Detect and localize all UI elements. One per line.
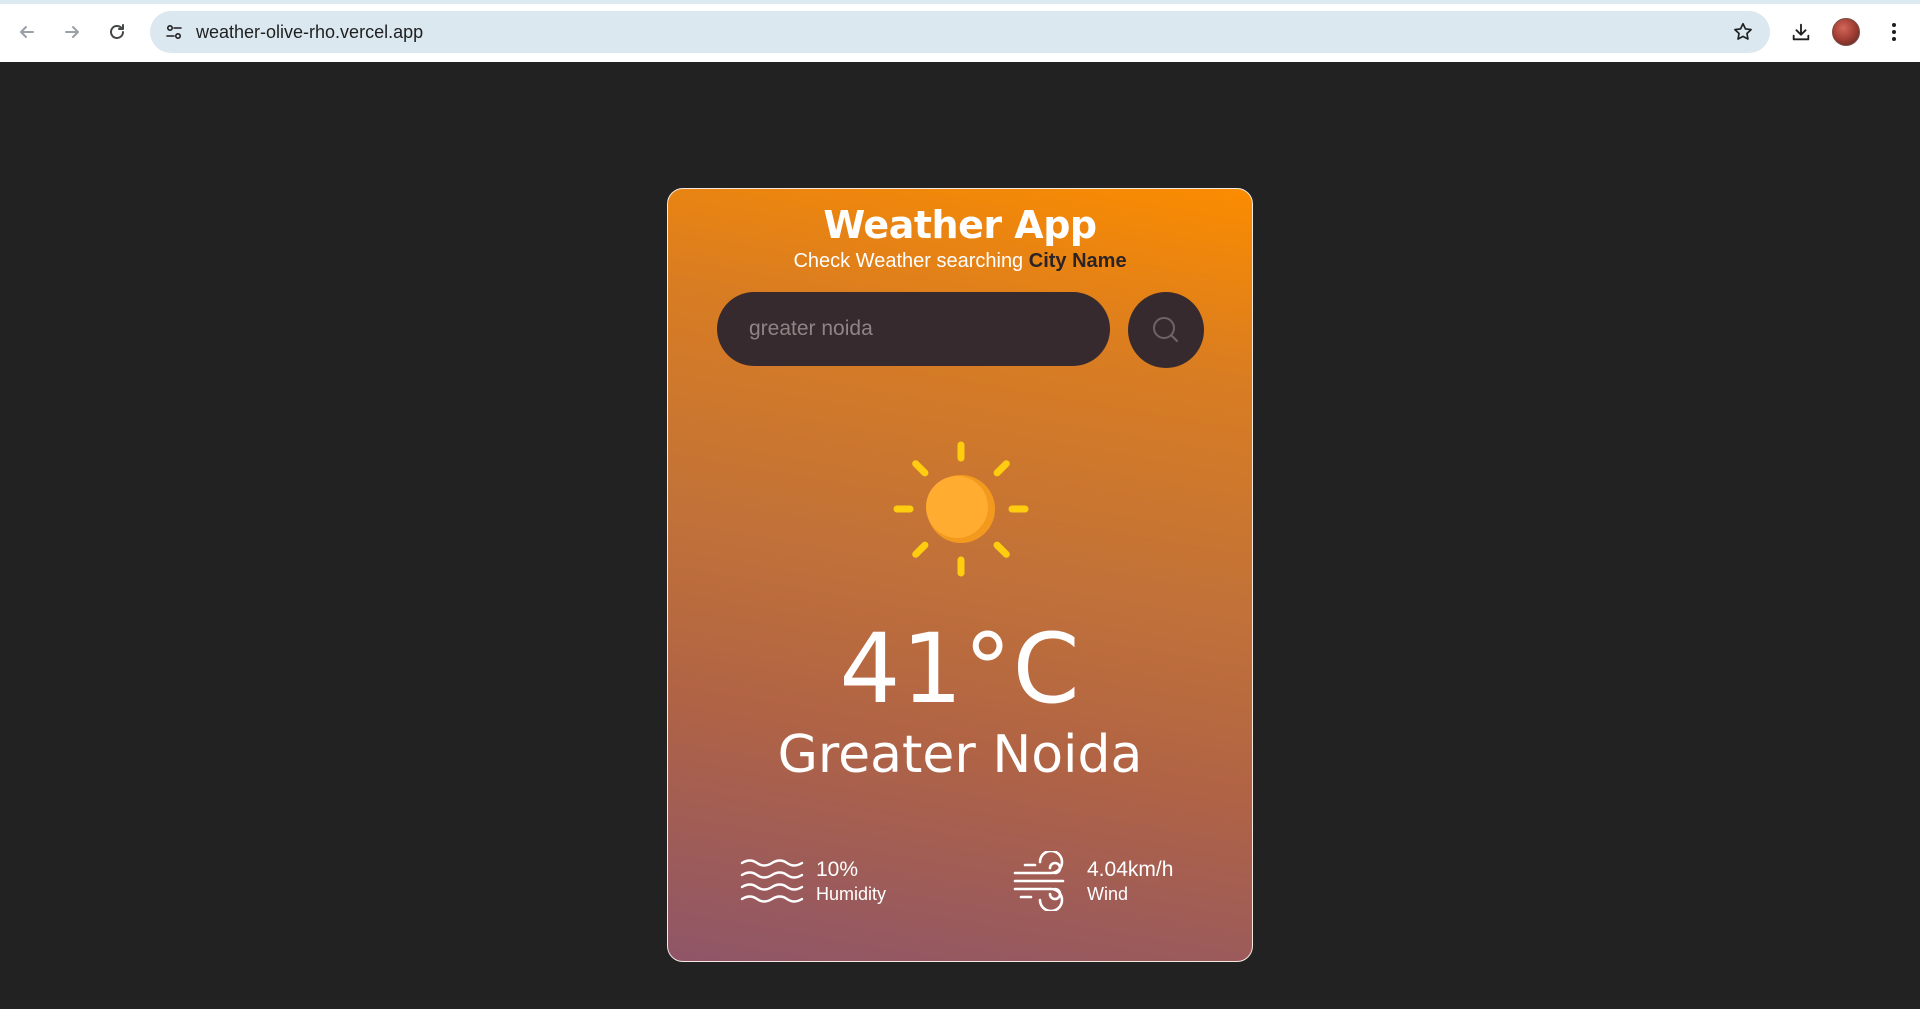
- star-icon: [1734, 22, 1752, 40]
- profile-button[interactable]: [1830, 16, 1862, 48]
- back-button[interactable]: [10, 15, 44, 49]
- page-viewport: Weather App Check Weather searching City…: [0, 62, 1920, 1009]
- menu-button[interactable]: [1878, 16, 1910, 48]
- reload-icon: [110, 24, 124, 39]
- humidity-text: 10% Humidity: [816, 857, 886, 905]
- forward-button[interactable]: [55, 15, 89, 49]
- search-button[interactable]: [1128, 292, 1204, 368]
- avatar: [1832, 18, 1860, 46]
- app-subtitle: Check Weather searching City Name: [668, 250, 1252, 273]
- reload-button[interactable]: [100, 15, 134, 49]
- wind-stat: 4.04km/h Wind: [1011, 851, 1173, 911]
- app-title: Weather App: [823, 203, 1097, 247]
- humidity-value: 10%: [816, 858, 859, 881]
- arrow-right-icon: [65, 26, 79, 38]
- weather-card: Weather App Check Weather searching City…: [667, 188, 1253, 962]
- subtitle-text: Check Weather searching: [793, 250, 1029, 272]
- address-bar[interactable]: weather-olive-rho.vercel.app: [150, 11, 1770, 53]
- arrow-left-icon: [20, 26, 34, 38]
- city-name: Greater Noida: [777, 725, 1143, 785]
- sun-icon: [893, 441, 1029, 577]
- url-text[interactable]: weather-olive-rho.vercel.app: [196, 22, 423, 43]
- download-icon: [1792, 23, 1810, 41]
- humidity-label: Humidity: [816, 884, 887, 904]
- tab-strip-edge: [0, 0, 1920, 4]
- browser-toolbar: weather-olive-rho.vercel.app: [0, 0, 1920, 63]
- subtitle-highlight: City Name: [1028, 250, 1127, 272]
- wind-label: Wind: [1087, 884, 1129, 904]
- search-icon: [1153, 317, 1179, 343]
- temperature-value: 41°C: [839, 613, 1081, 725]
- kebab-menu-icon: [1892, 23, 1896, 41]
- tune-icon: [166, 24, 182, 40]
- site-info-button[interactable]: [160, 18, 188, 46]
- wind-icon: [1013, 851, 1065, 911]
- downloads-button[interactable]: [1785, 16, 1817, 48]
- wind-value: 4.04km/h: [1087, 858, 1174, 881]
- city-search-input[interactable]: [717, 292, 1110, 366]
- wind-text: 4.04km/h Wind: [1087, 857, 1173, 905]
- humidity-icon: [740, 859, 804, 903]
- humidity-stat: 10% Humidity: [740, 851, 886, 911]
- bookmark-button[interactable]: [1730, 19, 1756, 45]
